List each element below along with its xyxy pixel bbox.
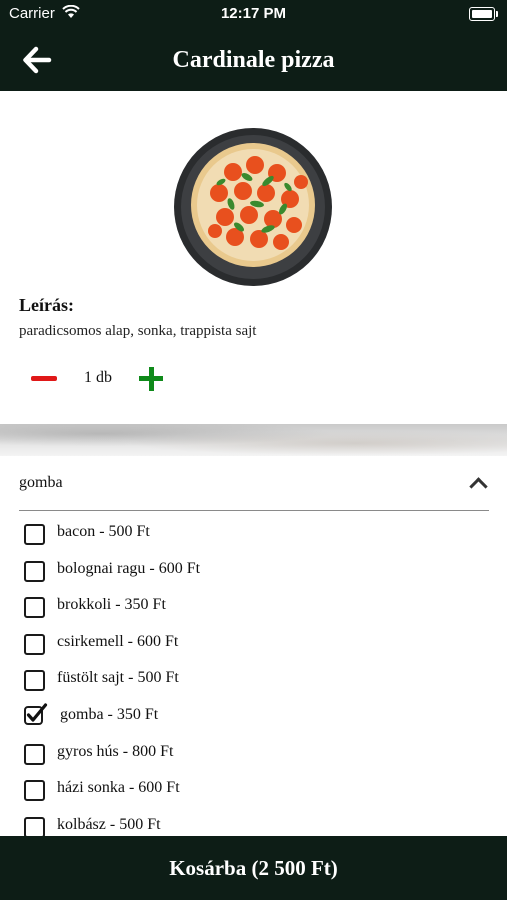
extra-option-label: gyros hús - 800 Ft (57, 743, 174, 760)
battery-icon (469, 7, 498, 21)
extra-option-label: csirkemell - 600 Ft (57, 633, 179, 650)
status-time: 12:17 PM (220, 5, 287, 22)
checkbox[interactable] (24, 597, 45, 618)
checkbox[interactable] (24, 634, 45, 655)
extras-dropdown[interactable]: gomba (19, 468, 489, 511)
checkbox[interactable] (24, 670, 45, 691)
extra-option-label: gomba - 350 Ft (60, 706, 159, 723)
quantity-value: 1 db (84, 369, 112, 386)
product-card: Leírás: paradicsomos alap, sonka, trappi… (0, 91, 507, 424)
checkbox[interactable] (24, 744, 45, 765)
extra-option-label: kolbász - 500 Ft (57, 816, 161, 833)
extra-option-label: bolognai ragu - 600 Ft (57, 560, 201, 577)
extra-option-label: bacon - 500 Ft (57, 523, 150, 540)
checkbox[interactable] (24, 780, 45, 801)
extras-panel: gomba bacon - 500 Ft bolognai ragu - 600… (0, 456, 507, 836)
nav-bar: Cardinale pizza (0, 28, 507, 91)
decrease-quantity-button[interactable] (31, 367, 57, 391)
description-label: Leírás: (19, 295, 74, 315)
dropdown-selected-value: gomba (19, 474, 63, 491)
checkbox[interactable] (24, 817, 45, 836)
chevron-up-icon (469, 477, 488, 496)
increase-quantity-button[interactable] (139, 367, 163, 391)
add-to-cart-label: Kosárba (2 500 Ft) (169, 856, 338, 880)
checkbox[interactable] (24, 524, 45, 545)
add-to-cart-button[interactable]: Kosárba (2 500 Ft) (0, 836, 507, 900)
description-text: paradicsomos alap, sonka, trappista sajt (19, 323, 257, 339)
page-title: Cardinale pizza (172, 47, 335, 73)
extra-option-label: füstölt sajt - 500 Ft (57, 669, 179, 686)
extra-option-label: házi sonka - 600 Ft (57, 779, 180, 796)
extra-option-label: brokkoli - 350 Ft (57, 596, 166, 613)
checkbox[interactable] (24, 561, 45, 582)
checkbox-checked-icon[interactable] (24, 702, 48, 726)
background-image (0, 424, 507, 456)
pizza-image (174, 128, 332, 286)
status-bar: Carrier 12:17 PM (0, 0, 507, 28)
